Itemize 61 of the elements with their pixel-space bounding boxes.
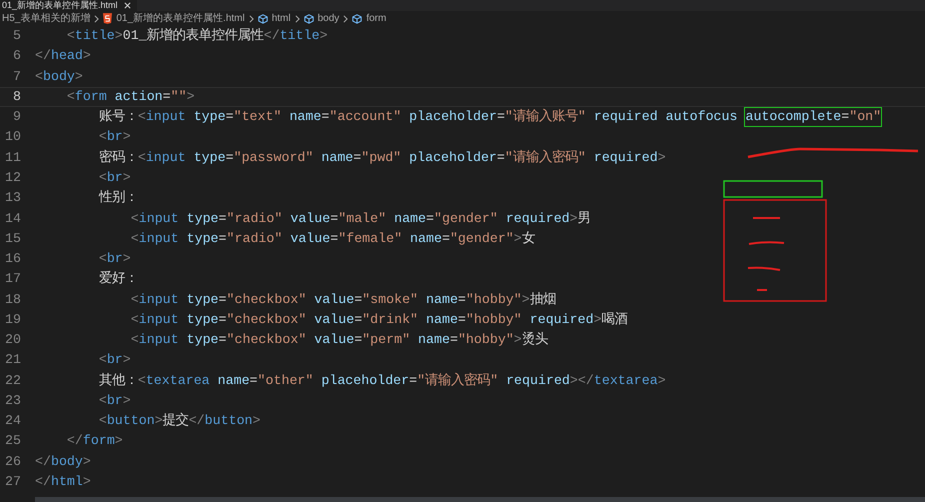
code-line: 爱好：	[98, 270, 138, 288]
code-line: 账号：<input type="text" name="account" placeholder="请输入账号" required autofocus autocomplete="on"	[98, 108, 882, 126]
cube-icon	[304, 14, 314, 24]
chevron-icon	[343, 14, 348, 22]
breadcrumb-item[interactable]: form	[366, 12, 386, 24]
code-line: <button>提交</button>	[98, 412, 261, 430]
line-number: 15	[4, 230, 22, 248]
line-number: 16	[4, 250, 22, 268]
line-number: 23	[4, 392, 22, 410]
line-number: 14	[4, 210, 22, 228]
code-line: <br>	[98, 168, 131, 187]
line-number: 7	[12, 68, 22, 86]
line-number: 12	[4, 168, 22, 187]
line-number: 10	[4, 128, 22, 146]
line-number: 9	[12, 108, 22, 126]
code-line: <input type="radio" value="female" name="gender">女	[130, 230, 535, 248]
close-icon[interactable]	[124, 2, 131, 9]
html-file-icon	[103, 13, 112, 24]
line-number: 20	[4, 331, 22, 350]
line-number: 11	[4, 148, 22, 167]
code-line: <form action="">	[66, 88, 195, 106]
line-number: 24	[4, 412, 22, 430]
chevron-icon	[94, 14, 100, 22]
line-number: 19	[4, 310, 22, 329]
line-number: 8	[12, 88, 22, 106]
code-line: </form>	[66, 432, 123, 450]
code-line: </head>	[35, 47, 91, 66]
line-number: 27	[4, 472, 22, 491]
cube-icon	[258, 14, 268, 24]
code-line: <input type="checkbox" value="perm" name="hobby">烫头	[130, 331, 548, 350]
breadcrumb-item[interactable]: body	[318, 12, 340, 24]
code-line: 性别：	[98, 189, 138, 208]
code-line: <br>	[98, 250, 131, 268]
code-line: <br>	[98, 392, 131, 410]
line-number: 6	[12, 47, 22, 66]
code-line: </html>	[35, 472, 91, 491]
code-line: <input type="checkbox" value="drink" name="hobby" required>喝酒	[130, 310, 628, 329]
line-number: 13	[4, 189, 22, 208]
cube-icon	[352, 14, 362, 24]
breadcrumb-item[interactable]: H5_表单相关的新增	[2, 12, 90, 24]
code-line: 其他：<textarea name="other" placeholder="请输入密码" required></textarea>	[98, 372, 666, 390]
code-line: <input type="radio" value="male" name="gender" required>男	[130, 210, 591, 228]
code-line: <br>	[98, 351, 131, 370]
line-number: 22	[4, 372, 22, 390]
line-number: 21	[4, 351, 22, 370]
chevron-icon	[248, 14, 254, 22]
line-number: 18	[4, 290, 22, 309]
code-line: <title>01_新增的表单控件属性</title>	[66, 27, 328, 46]
line-number: 26	[4, 452, 22, 471]
code-line: <br>	[98, 128, 131, 146]
code-line: </body>	[35, 452, 91, 471]
line-number: 5	[12, 27, 22, 46]
line-number: 25	[4, 432, 22, 450]
code-line: <body>	[35, 68, 83, 86]
line-number: 17	[4, 270, 22, 288]
code-line: <input type="checkbox" value="smoke" name="hobby">抽烟	[130, 290, 556, 309]
chevron-icon	[294, 14, 300, 22]
breadcrumb-item[interactable]: html	[272, 12, 291, 24]
breadcrumb-item[interactable]: 01_新增的表单控件属性.html	[116, 12, 245, 24]
code-line: 密码：<input type="password" name="pwd" placeholder="请输入密码" required>	[98, 148, 666, 167]
editor-tab[interactable]: 01_新增的表单控件属性.html	[0, 0, 137, 11]
